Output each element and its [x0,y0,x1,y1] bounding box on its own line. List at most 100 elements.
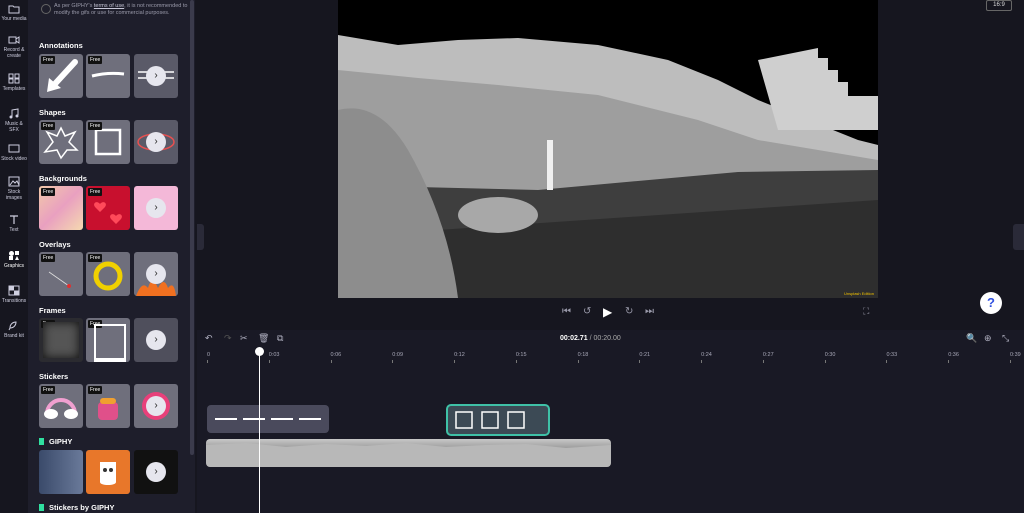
timecode: 00:02.71 / 00:20.00 [560,335,621,342]
ruler-tick-mark [948,360,950,363]
ruler-tick-label: 0:27 [762,352,774,358]
film-icon [8,144,20,153]
thumb-giphy-2[interactable] [86,450,130,494]
rail-graphics[interactable]: Graphics [0,250,28,269]
thumb-sparkle-overlay[interactable]: Free [39,252,83,296]
redo-icon[interactable]: ↷ [224,333,232,344]
rail-brand-kit[interactable]: Brand kit [0,320,28,339]
expand-right-panel-handle[interactable] [1013,224,1024,250]
forward-5s-button[interactable]: ↻ [625,306,633,317]
more-shapes-button[interactable]: › [134,120,178,164]
skip-forward-button[interactable]: ⏭ [645,306,654,317]
thumb-cake-sticker[interactable]: Free [86,384,130,428]
video-watermark: Unsplash Edition [843,291,874,296]
zoom-in-icon[interactable]: ⊕ [984,333,992,344]
free-badge: Free [41,254,56,262]
thumb-hearts-background[interactable]: Free [86,186,130,230]
more-annotations-button[interactable]: › [134,54,178,98]
section-title-overlays: Overlays [39,240,71,249]
polaroid-graphic [94,324,126,362]
current-time: 00:02.71 [560,335,588,342]
thumb-vignette-frame[interactable]: Free [39,318,83,362]
playhead-line[interactable] [259,348,260,513]
terms-of-use-link[interactable]: terms of use [94,3,124,9]
vignette-graphic [43,322,79,358]
section-title-giphy: GIPHY [49,437,73,446]
ruler-tick-mark [577,360,579,363]
more-giphy-button[interactable]: › [134,450,178,494]
help-button[interactable]: ? [980,292,1002,314]
left-nav-rail: Your media Record & create Templates Mus… [0,0,28,513]
chevron-right-icon: › [146,264,166,284]
thumb-ring-overlay[interactable]: Free [86,252,130,296]
thumb-swirl-background[interactable]: Free [39,186,83,230]
giphy-notice: As per GIPHY's terms of use, it is not r… [54,3,188,16]
templates-icon [8,73,20,84]
ruler-tick-label: 0:39 [1010,352,1021,358]
rail-your-media[interactable]: Your media [0,4,28,22]
video-preview[interactable]: Unsplash Edition [338,0,878,298]
undo-icon[interactable]: ↶ [205,333,213,344]
more-frames-button[interactable]: › [134,318,178,362]
aspect-ratio-button[interactable]: 16:9 [986,0,1012,11]
fit-timeline-icon[interactable]: ⤡ [1002,333,1009,344]
collapse-panel-handle[interactable] [197,224,204,250]
rail-record-create[interactable]: Record & create [0,35,28,59]
shapes-icon [9,251,19,260]
free-badge: Free [88,254,103,262]
chevron-right-icon: › [146,330,166,350]
rail-music-sfx[interactable]: Music & SFX [0,108,28,133]
section-title-stickers: Stickers [39,372,69,381]
ruler-tick-mark [392,360,394,363]
duplicate-icon[interactable]: ⧉ [277,333,283,344]
skip-back-button[interactable]: ⏮ [562,306,571,317]
split-icon[interactable]: ✂ [240,333,248,344]
total-time: 00:20.00 [593,335,621,342]
thumb-square-shape[interactable]: Free [86,120,130,164]
chevron-right-icon: › [146,462,166,482]
thumb-giphy-1[interactable] [39,450,83,494]
thumb-starburst-shape[interactable]: Free [39,120,83,164]
zoom-out-icon[interactable]: 🔍 [966,333,977,344]
music-icon [9,108,19,119]
rail-stock-video[interactable]: Stock video [0,143,28,162]
thumb-polaroid-frame[interactable]: Free [86,318,130,362]
delete-icon[interactable]: 🗑 [258,333,269,344]
more-overlays-button[interactable]: › [134,252,178,296]
free-badge: Free [88,122,103,130]
chevron-right-icon: › [146,198,166,218]
ruler-tick-label: 0:18 [577,352,589,358]
thumb-arrow-annotation[interactable]: Free [39,54,83,98]
ruler-tick-mark [268,360,270,363]
rail-text[interactable]: Text [0,214,28,233]
video-clip[interactable] [206,439,611,467]
rail-stock-images[interactable]: Stock images [0,176,28,201]
ruler-tick-mark [824,360,826,363]
thumb-rainbow-sticker[interactable]: Free [39,384,83,428]
text-icon [10,215,18,224]
annotation-clip[interactable] [207,405,329,433]
rewind-5s-button[interactable]: ↺ [583,306,591,317]
more-backgrounds-button[interactable]: › [134,186,178,230]
play-button[interactable]: ▶ [603,305,612,319]
shape-clip-selected[interactable] [446,404,550,436]
more-stickers-button[interactable]: › [134,384,178,428]
ruler-tick-label: 0:06 [330,352,342,358]
ruler-tick-label: 0:30 [824,352,836,358]
ruler-tick-label: 0:12 [454,352,465,358]
free-badge: Free [41,56,56,64]
playhead-handle[interactable] [255,347,264,356]
giphy-logo-icon [39,438,44,445]
rail-transitions[interactable]: Transitions [0,285,28,304]
section-title-frames: Frames [39,306,66,315]
thumb-line-annotation[interactable]: Free [86,54,130,98]
section-title-stickers-by-giphy: Stickers by GIPHY [49,503,115,512]
rail-templates[interactable]: Templates [0,73,28,92]
video-filmstrip [206,443,611,467]
panel-scrollbar[interactable] [190,0,194,455]
graphics-panel: As per GIPHY's terms of use, it is not r… [28,0,195,513]
fullscreen-button[interactable]: ⛶ [863,306,869,317]
ruler-tick-mark [454,360,456,363]
transitions-icon [8,285,20,296]
square-frame-icon [455,411,525,429]
